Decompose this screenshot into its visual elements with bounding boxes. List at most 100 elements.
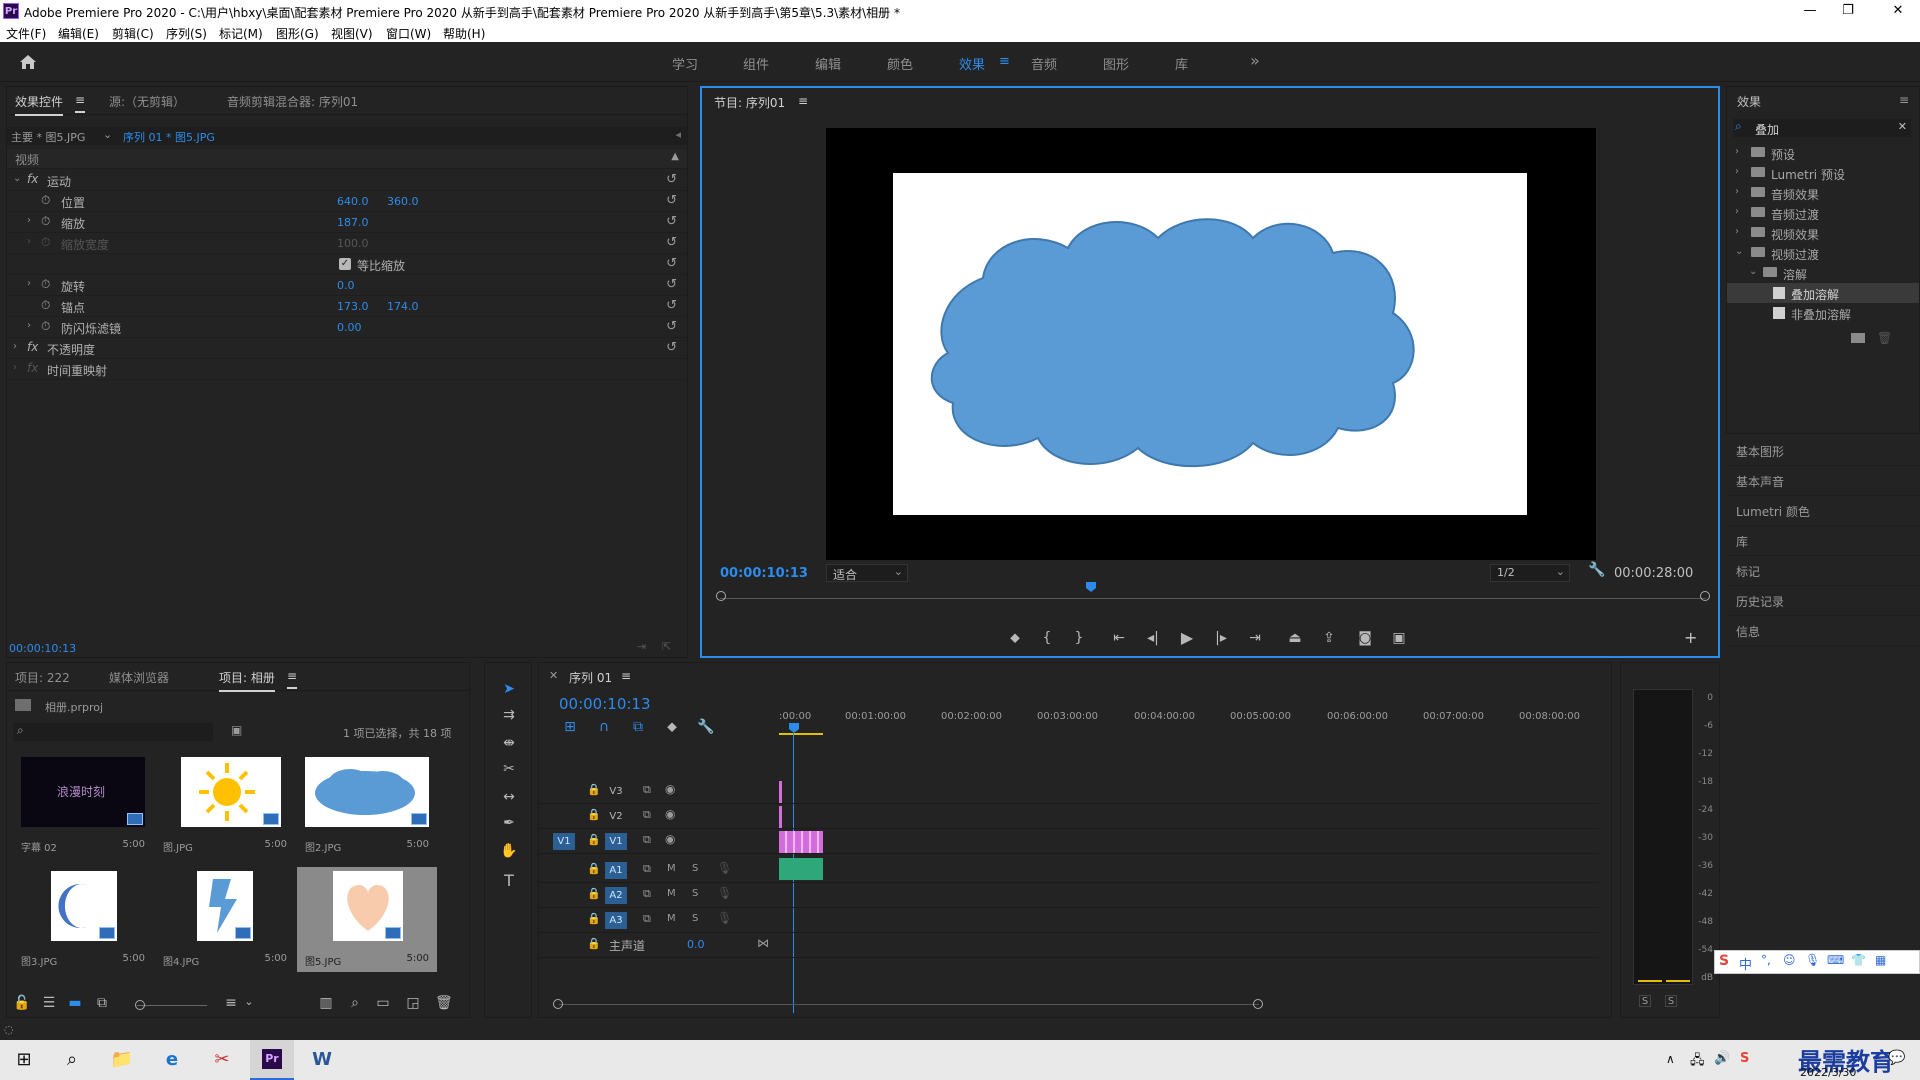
track-a3[interactable]: 🔒 A3 ⧉ M S 🎙 xyxy=(539,908,1599,933)
menu-view[interactable]: 视图(V) xyxy=(331,25,373,42)
comparison-view-icon[interactable]: ▣ xyxy=(1386,630,1412,646)
reset-icon[interactable]: ↺ xyxy=(666,298,677,313)
file-explorer-icon[interactable]: 📁 xyxy=(100,1044,144,1076)
resolution-dropdown[interactable]: 1/2 ⌄ xyxy=(1490,564,1570,582)
reset-icon[interactable]: ↺ xyxy=(666,340,677,355)
reset-icon[interactable]: ↺ xyxy=(666,256,677,271)
home-icon[interactable] xyxy=(18,52,38,72)
play-icon[interactable]: ▶ xyxy=(1174,628,1200,647)
minimize-button[interactable]: — xyxy=(1790,2,1830,20)
step-forward-icon[interactable]: |▸ xyxy=(1208,630,1234,646)
track-a2[interactable]: 🔒 A2 ⧉ M S 🎙 xyxy=(539,883,1599,908)
effects-item-cross-dissolve[interactable]: 叠加溶解 xyxy=(1727,283,1919,303)
menu-clip[interactable]: 剪辑(C) xyxy=(112,25,154,42)
windows-start-icon[interactable]: ⊞ xyxy=(2,1044,46,1076)
effects-panel-title[interactable]: 效果 xyxy=(1737,93,1761,110)
razor-tool-icon[interactable]: ✂ xyxy=(499,761,519,777)
panel-libraries[interactable]: 库 xyxy=(1726,526,1920,556)
tab-source[interactable]: 源:（无剪辑） xyxy=(109,93,185,110)
network-icon[interactable]: 🖧 xyxy=(1690,1051,1705,1073)
project-item-image3[interactable]: 图3.JPG 5:00 xyxy=(13,867,153,972)
go-to-in-icon[interactable]: ⇤ xyxy=(1106,630,1132,646)
effects-item-video-effects[interactable]: › 视频效果 xyxy=(1727,223,1919,243)
automate-to-sequence-icon[interactable]: ▥ xyxy=(317,995,335,1011)
add-marker-icon[interactable]: ⬥ xyxy=(1002,630,1028,646)
sequence-tab[interactable]: 序列 01 xyxy=(569,669,612,686)
program-timecode[interactable]: 00:00:10:13 xyxy=(720,566,808,581)
step-back-icon[interactable]: ◂| xyxy=(1140,630,1166,646)
emoji-icon[interactable]: ☺ xyxy=(1783,953,1796,967)
expand-arrow-icon[interactable]: › xyxy=(27,215,31,226)
program-scrubber[interactable] xyxy=(716,582,1710,608)
workspace-color[interactable]: 颜色 xyxy=(887,54,913,73)
expand-chevron-icon[interactable]: ⌄ xyxy=(13,173,21,184)
sort-icon[interactable]: ≡ xyxy=(223,995,239,1011)
reset-icon[interactable]: ↺ xyxy=(666,214,677,229)
workspace-graphics[interactable]: 图形 xyxy=(1103,54,1129,73)
chevron-down-icon[interactable]: ⌄ xyxy=(103,128,112,141)
trash-icon[interactable]: 🗑 xyxy=(1877,331,1892,345)
new-item-icon[interactable]: ◲ xyxy=(405,995,421,1011)
panel-history[interactable]: 历史记录 xyxy=(1726,586,1920,616)
program-menu-icon[interactable]: ≡ xyxy=(798,94,808,108)
scroll-handle-left[interactable] xyxy=(553,999,563,1009)
new-search-bin-icon[interactable]: ▣ xyxy=(231,723,242,737)
pen-tool-icon[interactable]: ✒ xyxy=(499,815,519,831)
project-item-title02[interactable]: 浪漫时刻 字幕 02 5:00 xyxy=(13,753,153,858)
program-video-frame[interactable] xyxy=(826,128,1596,560)
expand-arrow-icon[interactable]: › xyxy=(13,341,17,352)
reset-icon[interactable]: ↺ xyxy=(666,172,677,187)
effects-menu-icon[interactable]: ≡ xyxy=(1899,93,1909,107)
timeline-timecode[interactable]: 00:00:10:13 xyxy=(559,695,651,713)
effects-item-audio-effects[interactable]: › 音频效果 xyxy=(1727,183,1919,203)
keyboard-icon[interactable]: ⌨ xyxy=(1827,953,1844,967)
menu-window[interactable]: 窗口(W) xyxy=(386,25,431,42)
nest-icon[interactable]: ⊞ xyxy=(561,719,579,735)
filter-icon[interactable]: ⇥ xyxy=(637,640,646,653)
stopwatch-icon[interactable]: ⏱ xyxy=(41,298,50,313)
effects-item-video-transitions[interactable]: ⌄ 视频过渡 xyxy=(1727,243,1919,263)
effects-item-audio-transitions[interactable]: › 音频过渡 xyxy=(1727,203,1919,223)
anchor-x-value[interactable]: 173.0 xyxy=(337,300,369,313)
wrench-icon[interactable]: 🔧 xyxy=(697,719,715,735)
uniform-scale-checkbox[interactable]: ✓ xyxy=(339,258,351,270)
reset-icon[interactable]: ↺ xyxy=(666,235,677,250)
tab-project-222[interactable]: 项目: 222 xyxy=(15,669,70,686)
type-tool-icon[interactable]: T xyxy=(499,871,519,890)
rotation-value[interactable]: 0.0 xyxy=(337,279,355,292)
zoom-slider[interactable] xyxy=(137,1005,207,1006)
icon-view-icon[interactable]: ▬ xyxy=(67,995,83,1011)
go-to-out-icon[interactable]: ⇥ xyxy=(1242,630,1268,646)
project-item-image1[interactable]: 图.JPG 5:00 xyxy=(155,753,295,858)
project-item-image4[interactable]: 图4.JPG 5:00 xyxy=(155,867,295,972)
skin-icon[interactable]: 👕 xyxy=(1851,953,1866,967)
effects-item-dissolve[interactable]: ⌄ 溶解 xyxy=(1727,263,1919,283)
maximize-button[interactable]: ❐ xyxy=(1828,2,1868,20)
volume-icon[interactable]: 🔊 xyxy=(1714,1051,1730,1066)
effects-item-presets[interactable]: › 预设 xyxy=(1727,143,1919,163)
workspace-audio[interactable]: 音频 xyxy=(1031,54,1057,73)
freeform-view-icon[interactable]: ⧉ xyxy=(93,995,111,1011)
panel-essential-graphics[interactable]: 基本图形 xyxy=(1726,436,1920,466)
ime-mode[interactable]: 中 xyxy=(1739,954,1752,973)
tab-audio-clip-mixer[interactable]: 音频剪辑混合器: 序列01 xyxy=(227,93,358,110)
close-sequence-icon[interactable]: ✕ xyxy=(549,669,558,682)
menu-help[interactable]: 帮助(H) xyxy=(443,25,485,42)
lock-icon[interactable]: 🔓 xyxy=(13,995,30,1011)
extract-icon[interactable]: ⇪ xyxy=(1316,630,1342,646)
menu-marker[interactable]: 标记(M) xyxy=(219,25,263,42)
menu-graphics[interactable]: 图形(G) xyxy=(276,25,319,42)
new-bin-icon[interactable] xyxy=(1851,333,1865,343)
menu-sequence[interactable]: 序列(S) xyxy=(166,25,207,42)
menu-edit[interactable]: 编辑(E) xyxy=(58,25,99,42)
notification-icon[interactable]: 💬 xyxy=(1888,1050,1905,1066)
edge-browser-icon[interactable]: e xyxy=(150,1044,194,1076)
tab-project-album[interactable]: 项目: 相册 xyxy=(219,669,275,692)
timeline-menu-icon[interactable]: ≡ xyxy=(621,669,631,683)
search-icon[interactable]: ⌕ xyxy=(50,1044,94,1076)
position-y-value[interactable]: 360.0 xyxy=(387,195,419,208)
timeline-scrollbar[interactable] xyxy=(553,999,1603,1011)
microphone-icon[interactable]: 🎙 xyxy=(1805,953,1820,967)
solo-right-button[interactable]: S xyxy=(1665,995,1677,1007)
track-v2[interactable]: 🔒 V2 ⧉ ◉ xyxy=(539,804,1599,829)
